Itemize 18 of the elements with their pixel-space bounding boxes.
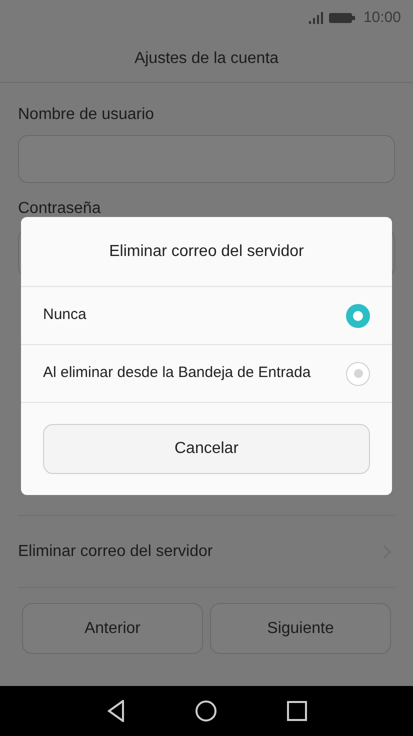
option-row[interactable]: Al eliminar desde la Bandeja de Entrada: [21, 345, 392, 403]
cancel-button[interactable]: Cancelar: [43, 424, 370, 474]
radio-button[interactable]: [346, 362, 370, 386]
screen-title: Ajustes de la cuenta: [134, 49, 279, 69]
settings-row[interactable]: Eliminar correo del servidor: [18, 515, 395, 588]
signal-icon: [309, 12, 326, 24]
nav-button[interactable]: Anterior: [22, 603, 203, 654]
dialog-title: Eliminar correo del servidor: [109, 242, 304, 262]
recents-icon[interactable]: [286, 701, 306, 721]
status-time: 10:00: [363, 8, 401, 28]
nav-button[interactable]: Siguiente: [210, 603, 391, 654]
radio-button[interactable]: [346, 304, 370, 328]
option-row[interactable]: Nunca: [21, 287, 392, 345]
battery-icon: [329, 12, 356, 24]
field-label: Nombre de usuario: [18, 105, 156, 125]
home-icon[interactable]: [194, 700, 216, 722]
field-label: Contraseña: [18, 199, 102, 219]
back-icon[interactable]: [106, 700, 124, 722]
